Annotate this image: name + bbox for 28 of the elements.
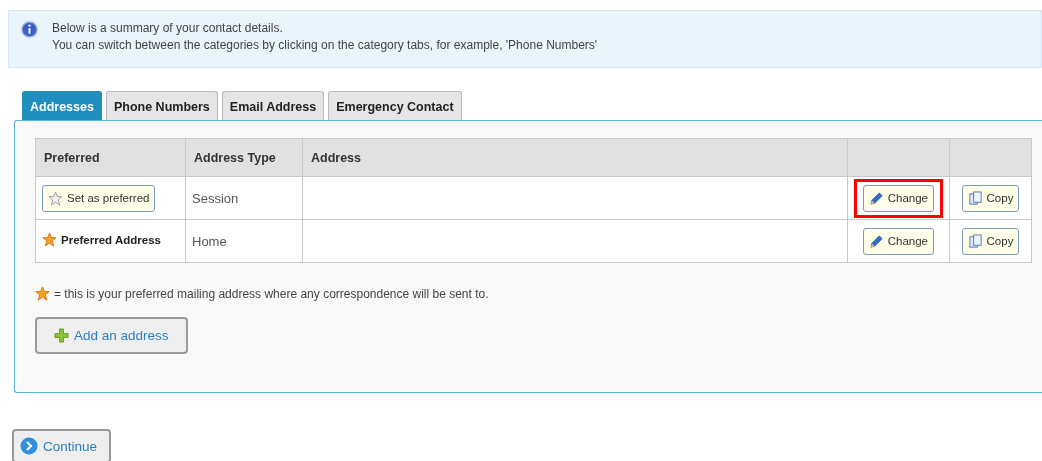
info-text: Below is a summary of your contact details. <box>52 21 284 35</box>
pencil-icon <box>868 233 884 249</box>
copy-icon <box>967 190 983 206</box>
tab[interactable]: Email Address <box>221 91 325 120</box>
table-cell: Home <box>185 219 303 263</box>
set-preferred-button[interactable]: Set as preferred <box>42 184 156 212</box>
tab[interactable]: Emergency Contact <box>328 91 462 120</box>
pencil-icon <box>868 190 884 206</box>
add-address-button[interactable]: Add an address <box>35 317 188 354</box>
tab[interactable]: Addresses <box>22 91 102 120</box>
column-header: Address <box>302 138 848 177</box>
column-header: Address Type <box>185 138 303 177</box>
copy-button[interactable]: Copy <box>961 184 1020 212</box>
change-button[interactable]: Change <box>862 184 934 212</box>
copy-button[interactable]: Copy <box>961 227 1020 255</box>
preferred-label: Preferred Address <box>61 233 161 246</box>
star-icon <box>35 286 50 301</box>
table-cell: Session <box>185 176 303 220</box>
continue-button[interactable]: Continue <box>12 429 112 461</box>
info-text: You can switch between the categories by clicking on the category tabs, for example, 'Phone Numbers' <box>52 38 598 52</box>
tab[interactable]: Phone Numbers <box>105 91 218 120</box>
change-button[interactable]: Change <box>862 227 934 255</box>
star-icon <box>48 190 63 206</box>
column-header: Preferred <box>35 138 186 177</box>
copy-icon <box>967 233 983 249</box>
legend-text: = this is your preferred mailing address where any correspondence will be sent to. <box>54 286 489 301</box>
info-icon <box>21 21 38 38</box>
plus-icon <box>54 328 69 343</box>
